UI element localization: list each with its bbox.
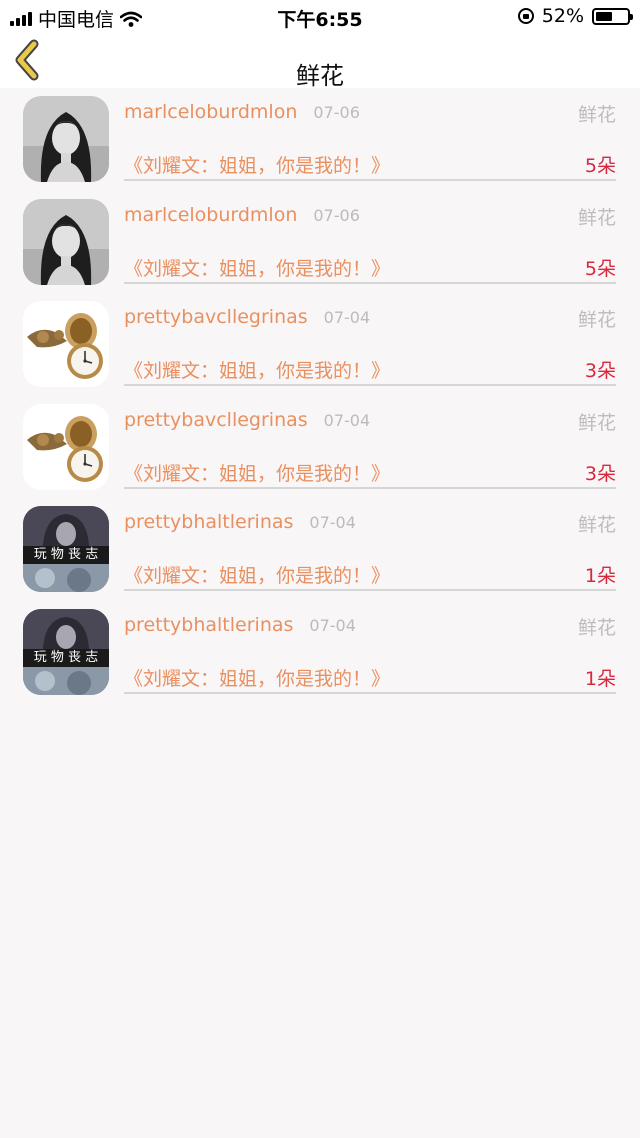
gift-row[interactable]: prettybavcllegrinas 07-04 鲜花《刘耀文：姐姐，你是我的！》… (0, 396, 640, 499)
book-title-link[interactable]: 《刘耀文：姐姐，你是我的！》 (124, 356, 390, 383)
username-line: prettybavcllegrinas 07-04 (124, 409, 370, 431)
avatar[interactable]: 玩 物 丧 志 (23, 506, 109, 593)
username[interactable]: prettybhaltlerinas (124, 614, 293, 636)
gift-date: 07-04 (309, 615, 356, 635)
book-title-link[interactable]: 《刘耀文：姐姐，你是我的！》 (124, 561, 390, 588)
username[interactable]: prettybavcllegrinas (124, 306, 308, 328)
gift-row[interactable]: 玩 物 丧 志 prettybhaltlerinas 07-04 鲜花《刘耀文：姐姐，… (0, 498, 640, 601)
row-divider (124, 589, 616, 592)
username[interactable]: marlceloburdmlon (124, 101, 297, 123)
flower-count: 3朵 (584, 360, 616, 383)
flower-count: 1朵 (584, 565, 616, 588)
battery-level (596, 11, 612, 21)
username[interactable]: marlceloburdmlon (124, 204, 297, 226)
status-right: 52% (517, 5, 633, 27)
flower-count: 1朵 (584, 667, 616, 690)
flower-count: 3朵 (584, 462, 616, 485)
avatar[interactable] (23, 96, 109, 182)
avatar[interactable] (23, 301, 109, 388)
avatar[interactable] (23, 198, 109, 285)
page-title: 鲜花 (296, 62, 344, 90)
status-bar: 中国电信 下午6:55 52% (0, 0, 640, 32)
gift-list: marlceloburdmlon 07-06 鲜花 《刘耀文：姐姐，你是我的！》 5朵 m… (0, 88, 640, 704)
avatar-caption: 玩 物 丧 志 (33, 547, 99, 563)
gift-row[interactable]: marlceloburdmlon 07-06 鲜花《刘耀文：姐姐，你是我的！》 5朵 (0, 191, 640, 294)
row-divider (124, 281, 616, 284)
book-title-link[interactable]: 《刘耀文：姐姐，你是我的！》 (124, 459, 390, 486)
gift-date: 07-06 (313, 205, 360, 225)
username-line: marlceloburdmlon 07-06 (124, 204, 360, 226)
flower-count: 5朵 (584, 155, 616, 177)
gift-category: 鲜花 (577, 514, 616, 537)
book-title-link[interactable]: 《刘耀文：姐姐，你是我的！》 (124, 254, 390, 281)
gift-date: 07-04 (323, 308, 371, 328)
gift-date: 07-04 (323, 410, 371, 430)
book-title-link[interactable]: 《刘耀文：姐姐，你是我的！》 (124, 151, 390, 178)
username-line: prettybhaltlerinas 07-04 (124, 614, 356, 636)
nav-bar: 鲜花 (0, 32, 640, 90)
username[interactable]: prettybavcllegrinas (124, 409, 308, 431)
username[interactable]: prettybhaltlerinas (124, 511, 293, 533)
gift-category: 鲜花 (577, 104, 616, 126)
orientation-lock-icon (517, 8, 534, 24)
gift-date: 07-06 (313, 103, 360, 122)
row-divider (124, 384, 616, 387)
username-line: marlceloburdmlon 07-06 (124, 101, 360, 123)
row-divider (124, 179, 616, 181)
gift-row[interactable]: 玩 物 丧 志 prettybhaltlerinas 07-04 鲜花《刘耀文：姐姐，… (0, 601, 640, 704)
battery-icon (592, 7, 633, 25)
username-line: prettybavcllegrinas 07-04 (124, 306, 370, 328)
gift-row[interactable]: marlceloburdmlon 07-06 鲜花《刘耀文：姐姐，你是我的！》 5朵 (0, 88, 640, 191)
avatar[interactable]: 玩 物 丧 志 (23, 608, 109, 695)
row-divider (124, 691, 616, 694)
gift-category: 鲜花 (577, 309, 616, 332)
flower-count: 5朵 (584, 257, 616, 280)
book-title-link[interactable]: 《刘耀文：姐姐，你是我的！》 (124, 664, 390, 691)
gift-category: 鲜花 (577, 616, 616, 639)
avatar[interactable] (23, 403, 109, 490)
gift-category: 鲜花 (577, 206, 616, 229)
battery-percent: 52% (541, 5, 584, 27)
gift-row[interactable]: prettybavcllegrinas 07-04 鲜花《刘耀文：姐姐，你是我的！》… (0, 293, 640, 396)
gift-date: 07-04 (309, 513, 356, 533)
gift-category: 鲜花 (577, 411, 616, 434)
row-divider (124, 486, 616, 489)
avatar-caption: 玩 物 丧 志 (33, 649, 99, 665)
username-line: prettybhaltlerinas 07-04 (124, 511, 356, 533)
